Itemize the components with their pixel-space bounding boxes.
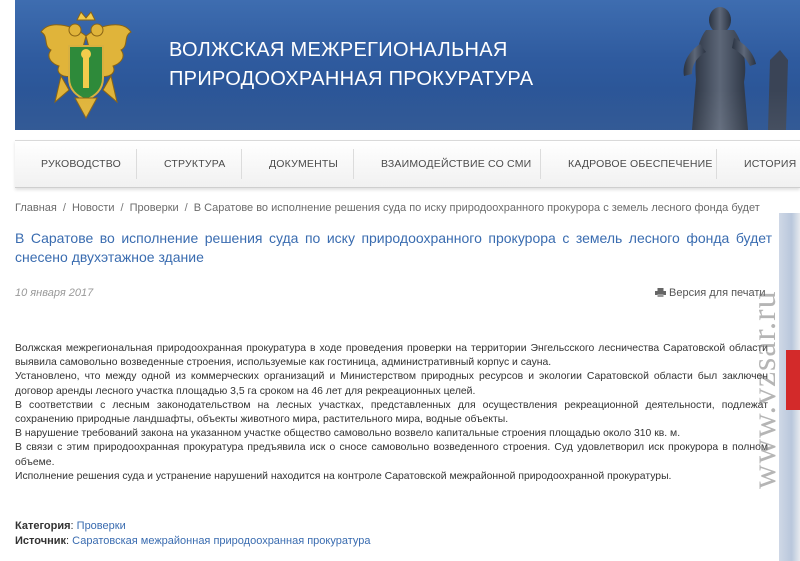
nav-divider: [241, 149, 242, 179]
article-paragraph: Волжская межрегиональная природоохранная…: [15, 343, 768, 369]
site-header: ВОЛЖСКАЯ МЕЖРЕГИОНАЛЬНАЯ ПРИРОДООХРАННАЯ…: [15, 0, 800, 130]
nav-divider: [353, 149, 354, 179]
watermark: www.vzsar.ru: [746, 290, 783, 490]
breadcrumb-checks[interactable]: Проверки: [130, 202, 179, 214]
breadcrumb-separator: /: [62, 202, 66, 214]
nav-item-kadry[interactable]: КАДРОВОЕ ОБЕСПЕЧЕНИЕ: [568, 141, 713, 187]
breadcrumb-news[interactable]: Новости: [72, 202, 115, 214]
nav-item-smi[interactable]: ВЗАИМОДЕЙСТВИЕ СО СМИ: [381, 141, 531, 187]
nav-divider: [716, 149, 717, 179]
breadcrumb: Главная / Новости / Проверки / В Саратове во и…: [15, 202, 760, 214]
source-link[interactable]: Саратовская межрайонная природоохранная …: [72, 535, 370, 547]
site-title[interactable]: ВОЛЖСКАЯ МЕЖРЕГИОНАЛЬНАЯ ПРИРОДООХРАННАЯ…: [169, 36, 533, 94]
article-paragraph: В связи с этим природоохранная прокурату…: [15, 442, 768, 468]
nav-item-rukovodstvo[interactable]: РУКОВОДСТВО: [41, 141, 121, 187]
emblem-eagle-icon[interactable]: [35, 6, 137, 121]
article-title: В Саратове во исполнение решения суда по…: [15, 230, 772, 265]
breadcrumb-separator: /: [120, 202, 124, 214]
article-paragraph: Исполнение решения суда и устранение нар…: [15, 470, 672, 482]
breadcrumb-home[interactable]: Главная: [15, 202, 57, 214]
nav-item-dokumenty[interactable]: ДОКУМЕНТЫ: [269, 141, 338, 187]
site-title-line2: ПРИРОДООХРАННАЯ ПРОКУРАТУРА: [169, 68, 534, 90]
printer-icon: [655, 288, 666, 297]
article-category: Категория: Проверки: [15, 520, 126, 532]
breadcrumb-current: В Саратове во исполнение решения суда по…: [193, 202, 760, 214]
source-label: Источник: [15, 535, 67, 547]
nav-item-istoriya[interactable]: ИСТОРИЯ: [744, 141, 796, 187]
nav-divider: [136, 149, 137, 179]
article-paragraph: Установлено, что между одной из коммерче…: [15, 371, 768, 397]
article-paragraph: В нарушение требований закона на указанн…: [15, 428, 681, 440]
category-link[interactable]: Проверки: [77, 520, 126, 532]
nav-divider: [540, 149, 541, 179]
article-date: 10 января 2017: [15, 287, 94, 299]
category-label: Категория: [15, 520, 71, 532]
nav-item-struktura[interactable]: СТРУКТУРА: [164, 141, 225, 187]
article-body: Волжская межрегиональная природоохранная…: [15, 342, 768, 484]
article-source: Источник: Саратовская межрайонная природ…: [15, 535, 371, 547]
article-paragraph: В соответствии с лесным законодательство…: [15, 399, 768, 426]
statue-icon: [683, 7, 788, 130]
main-nav: РУКОВОДСТВО СТРУКТУРА ДОКУМЕНТЫ ВЗАИМОДЕ…: [15, 140, 800, 188]
site-title-line1: ВОЛЖСКАЯ МЕЖРЕГИОНАЛЬНАЯ: [169, 39, 508, 61]
breadcrumb-separator: /: [184, 202, 188, 214]
